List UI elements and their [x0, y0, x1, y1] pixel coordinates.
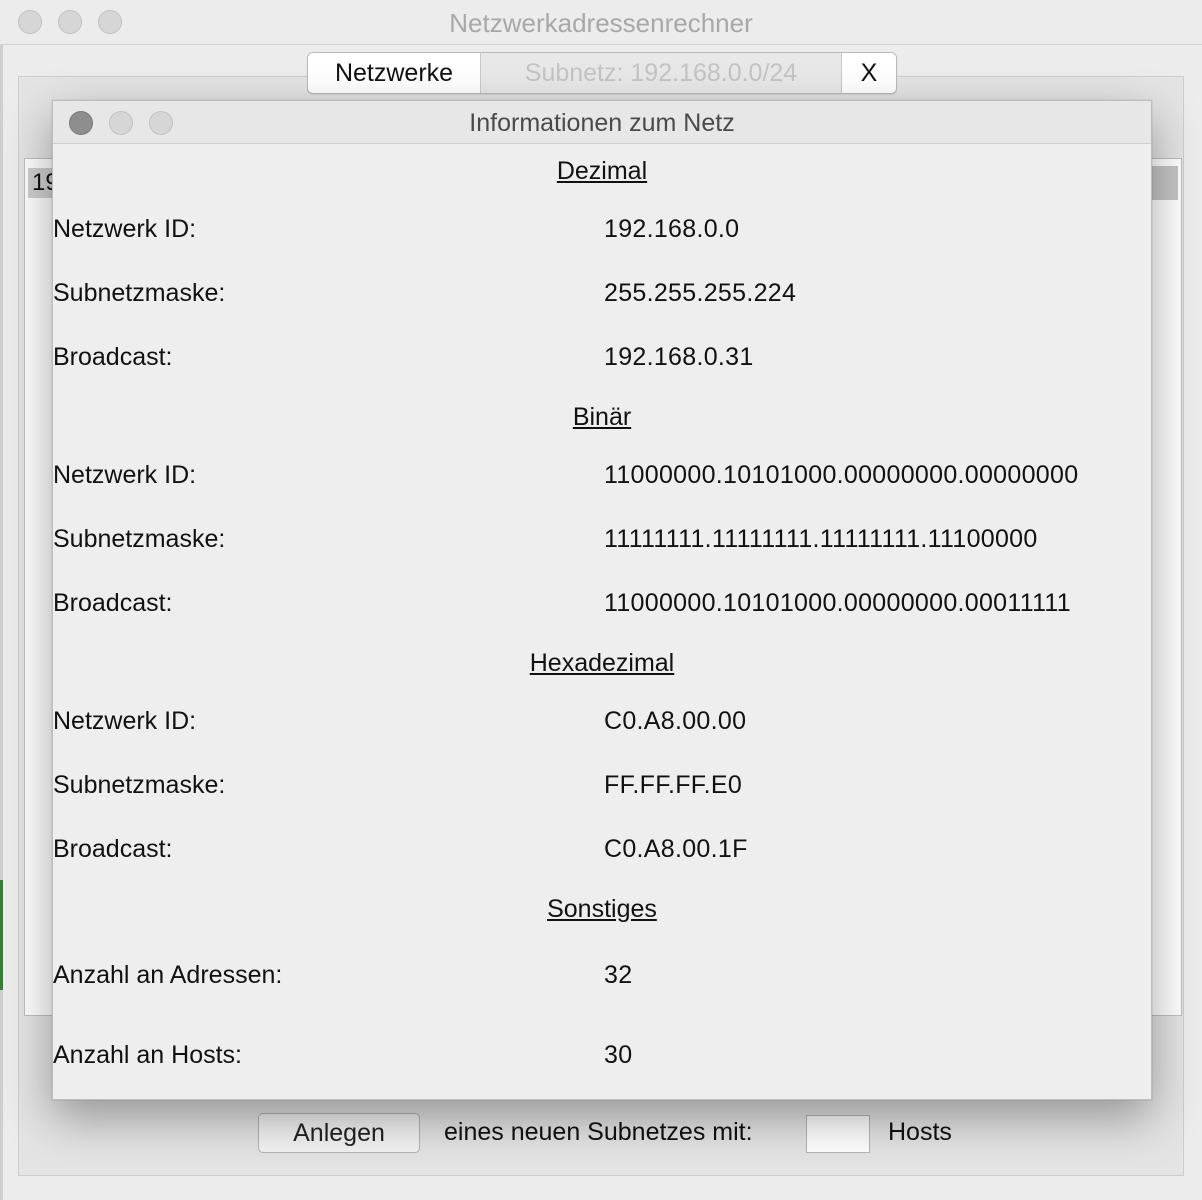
hosts-count-label: Anzahl an Hosts: — [53, 1041, 242, 1069]
section-heading-sonstiges: Sonstiges — [547, 895, 657, 923]
window-title: Netzwerkadressenrechner — [449, 8, 753, 38]
bin-netzwerk-id-label: Netzwerk ID: — [53, 461, 197, 489]
dialog-titlebar: Informationen zum Netz — [53, 101, 1151, 144]
dez-subnetzmaske-value: 255.255.255.224 — [604, 279, 797, 307]
dez-broadcast-value: 192.168.0.31 — [604, 343, 754, 371]
host-count-input[interactable] — [806, 1115, 870, 1153]
adressen-count-value: 32 — [604, 961, 633, 989]
dez-subnetzmaske-label: Subnetzmaske: — [53, 279, 226, 307]
hosts-label: Hosts — [888, 1118, 952, 1146]
dez-broadcast-label: Broadcast: — [53, 343, 173, 371]
tab-subnetz[interactable]: Subnetz: 192.168.0.0/24 — [480, 53, 842, 93]
section-heading-binaer: Binär — [572, 403, 632, 431]
dez-netzwerk-id-label: Netzwerk ID: — [53, 215, 197, 243]
hex-netzwerk-id-value: C0.A8.00.00 — [604, 707, 747, 735]
hex-subnetzmaske-value: FF.FF.FF.E0 — [604, 771, 743, 799]
hex-netzwerk-id-label: Netzwerk ID: — [53, 707, 197, 735]
section-heading-hexadezimal: Hexadezimal — [529, 649, 675, 677]
bin-subnetzmaske-label: Subnetzmaske: — [53, 525, 226, 553]
background-window-edge — [0, 880, 3, 990]
hex-broadcast-value: C0.A8.00.1F — [604, 835, 748, 863]
bin-subnetzmaske-value: 11111111.11111111.11111111.11100000 — [604, 525, 1038, 553]
dialog-title: Informationen zum Netz — [469, 109, 735, 137]
dez-netzwerk-id-value: 192.168.0.0 — [604, 215, 740, 243]
hosts-count-value: 30 — [604, 1041, 633, 1069]
adressen-count-label: Anzahl an Adressen: — [53, 961, 283, 989]
hex-subnetzmaske-label: Subnetzmaske: — [53, 771, 226, 799]
bin-netzwerk-id-value: 11000000.10101000.00000000.00000000 — [604, 461, 1079, 489]
anlegen-button[interactable]: Anlegen — [258, 1113, 420, 1153]
main-titlebar: Netzwerkadressenrechner — [0, 0, 1202, 45]
tab-netzwerke[interactable]: Netzwerke — [308, 53, 480, 93]
tab-close-button[interactable]: X — [842, 53, 896, 93]
list-scrollbar[interactable] — [1152, 166, 1178, 200]
section-heading-dezimal: Dezimal — [556, 157, 648, 185]
bin-broadcast-label: Broadcast: — [53, 589, 173, 617]
bin-broadcast-value: 11000000.10101000.00000000.00011111 — [604, 589, 1071, 617]
tab-bar: Netzwerke Subnetz: 192.168.0.0/24 X — [307, 52, 897, 94]
hex-broadcast-label: Broadcast: — [53, 835, 173, 863]
network-info-dialog: Informationen zum Netz Dezimal Netzwerk … — [52, 100, 1152, 1100]
new-subnet-label: eines neuen Subnetzes mit: — [444, 1118, 753, 1146]
